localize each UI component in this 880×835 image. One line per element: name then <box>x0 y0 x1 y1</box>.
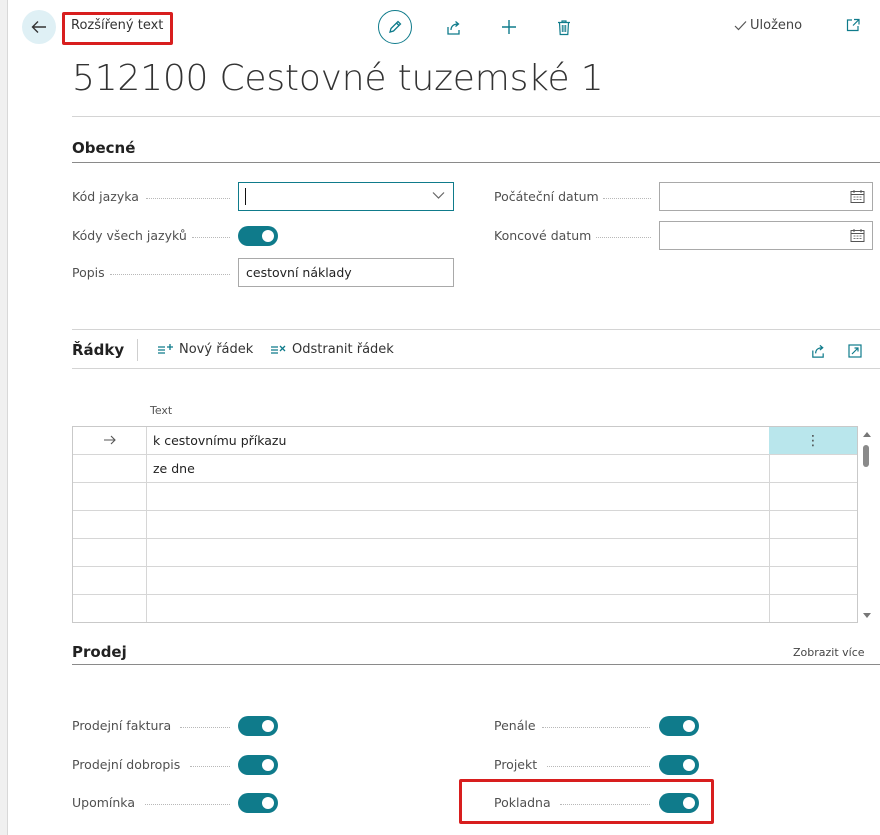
section-divider-general <box>72 162 880 163</box>
ellipsis-vertical-icon: ⋮ <box>806 432 820 449</box>
expand-icon <box>848 344 862 358</box>
description-value: cestovní náklady <box>246 265 352 280</box>
new-line-button[interactable]: Nový řádek <box>157 342 253 357</box>
label-leader-dots <box>192 236 230 238</box>
calendar-icon[interactable] <box>850 189 865 204</box>
share-button[interactable] <box>445 19 462 36</box>
table-row[interactable] <box>73 483 857 511</box>
calendar-icon[interactable] <box>850 228 865 243</box>
table-row[interactable] <box>73 539 857 567</box>
lines-expand-button[interactable] <box>848 344 862 362</box>
label-leader-dots <box>180 726 230 728</box>
penalty-label: Penále <box>494 718 536 733</box>
sales-credit-memo-toggle[interactable] <box>238 755 278 775</box>
section-title-sales[interactable]: Prodej <box>72 643 127 661</box>
new-button[interactable] <box>500 18 518 36</box>
table-row[interactable] <box>73 595 857 623</box>
lines-share-button[interactable] <box>810 343 826 363</box>
section-title-general[interactable]: Obecné <box>72 139 135 157</box>
label-leader-dots <box>190 765 230 767</box>
row-arrow-icon <box>104 435 116 445</box>
delete-line-icon <box>271 345 286 354</box>
saved-status-text: Uloženo <box>750 18 803 33</box>
insert-line-icon <box>158 343 173 354</box>
lines-toolbar-bottom-divider <box>72 368 880 369</box>
project-toggle[interactable] <box>659 755 699 775</box>
delete-button[interactable] <box>556 19 572 36</box>
label-leader-dots <box>542 726 650 728</box>
lines-toolbar-top-divider <box>72 329 880 330</box>
toggle-knob <box>262 230 274 242</box>
row-actions-button[interactable]: ⋮ <box>769 427 857 454</box>
sales-invoice-toggle[interactable] <box>238 716 278 736</box>
project-label: Projekt <box>494 757 538 772</box>
description-input[interactable]: cestovní náklady <box>238 258 454 287</box>
edit-button[interactable] <box>378 10 412 44</box>
line-text-cell[interactable]: ze dne <box>153 461 195 476</box>
back-button[interactable] <box>22 10 56 44</box>
end-date-label: Koncové datum <box>494 228 592 243</box>
scrollbar-thumb[interactable] <box>863 445 869 467</box>
lines-grid: k cestovnímu příkazu ⋮ ze dne <box>72 426 858 623</box>
table-row[interactable] <box>73 567 857 595</box>
trash-icon <box>558 19 570 35</box>
page-title: 512100 Cestovné tuzemské 1 <box>72 58 604 99</box>
check-icon <box>734 21 747 31</box>
page-toolbar <box>378 10 572 44</box>
arrow-left-icon <box>31 21 46 33</box>
label-leader-dots <box>596 236 651 238</box>
share-icon <box>812 344 824 358</box>
delete-line-button[interactable]: Odstranit řádek <box>270 342 394 357</box>
all-languages-toggle[interactable] <box>238 226 278 246</box>
share-icon <box>447 20 460 35</box>
label-leader-dots <box>547 765 650 767</box>
toggle-knob <box>262 797 274 809</box>
left-rail <box>0 0 8 835</box>
scroll-down-icon[interactable] <box>862 612 872 620</box>
line-text-cell[interactable]: k cestovnímu příkazu <box>153 433 286 448</box>
text-cursor <box>245 188 246 205</box>
column-header-text[interactable]: Text <box>150 404 172 417</box>
language-code-label: Kód jazyka <box>72 189 139 204</box>
label-leader-dots <box>146 197 230 199</box>
chevron-down-icon <box>432 192 445 199</box>
toggle-knob <box>262 720 274 732</box>
table-row[interactable] <box>73 511 857 539</box>
penalty-toggle[interactable] <box>659 716 699 736</box>
language-code-select[interactable] <box>238 182 454 211</box>
label-leader-dots <box>110 273 230 275</box>
all-languages-label: Kódy všech jazyků <box>72 228 187 243</box>
start-date-label: Počáteční datum <box>494 189 599 204</box>
table-row[interactable]: k cestovnímu příkazu ⋮ <box>73 427 857 455</box>
reminder-label: Upomínka <box>72 795 135 810</box>
section-divider-sales <box>72 664 880 665</box>
start-date-input[interactable] <box>659 182 873 211</box>
reminder-toggle[interactable] <box>238 793 278 813</box>
new-line-label: Nový řádek <box>179 342 254 357</box>
toggle-knob <box>683 720 695 732</box>
open-new-window-button[interactable] <box>846 18 861 36</box>
table-row[interactable]: ze dne <box>73 455 857 483</box>
description-label: Popis <box>72 265 105 280</box>
end-date-input[interactable] <box>659 221 873 250</box>
pencil-icon <box>389 20 402 33</box>
popout-icon <box>846 18 860 32</box>
breadcrumb-highlight-box <box>62 12 173 45</box>
plus-icon <box>502 20 516 34</box>
delete-line-label: Odstranit řádek <box>292 342 394 357</box>
toggle-knob <box>683 759 695 771</box>
toggle-knob <box>262 759 274 771</box>
title-divider <box>72 116 880 117</box>
saved-status: Uloženo <box>734 18 802 33</box>
sales-credit-memo-label: Prodejní dobropis <box>72 757 181 772</box>
scroll-up-icon[interactable] <box>862 430 872 438</box>
sales-invoice-label: Prodejní faktura <box>72 718 172 733</box>
label-leader-dots <box>145 803 230 805</box>
section-title-lines[interactable]: Řádky <box>72 341 124 359</box>
show-more-link[interactable]: Zobrazit více <box>793 646 865 659</box>
cash-desk-highlight-box <box>459 779 714 824</box>
label-leader-dots <box>603 197 651 199</box>
toolbar-separator <box>137 339 138 361</box>
